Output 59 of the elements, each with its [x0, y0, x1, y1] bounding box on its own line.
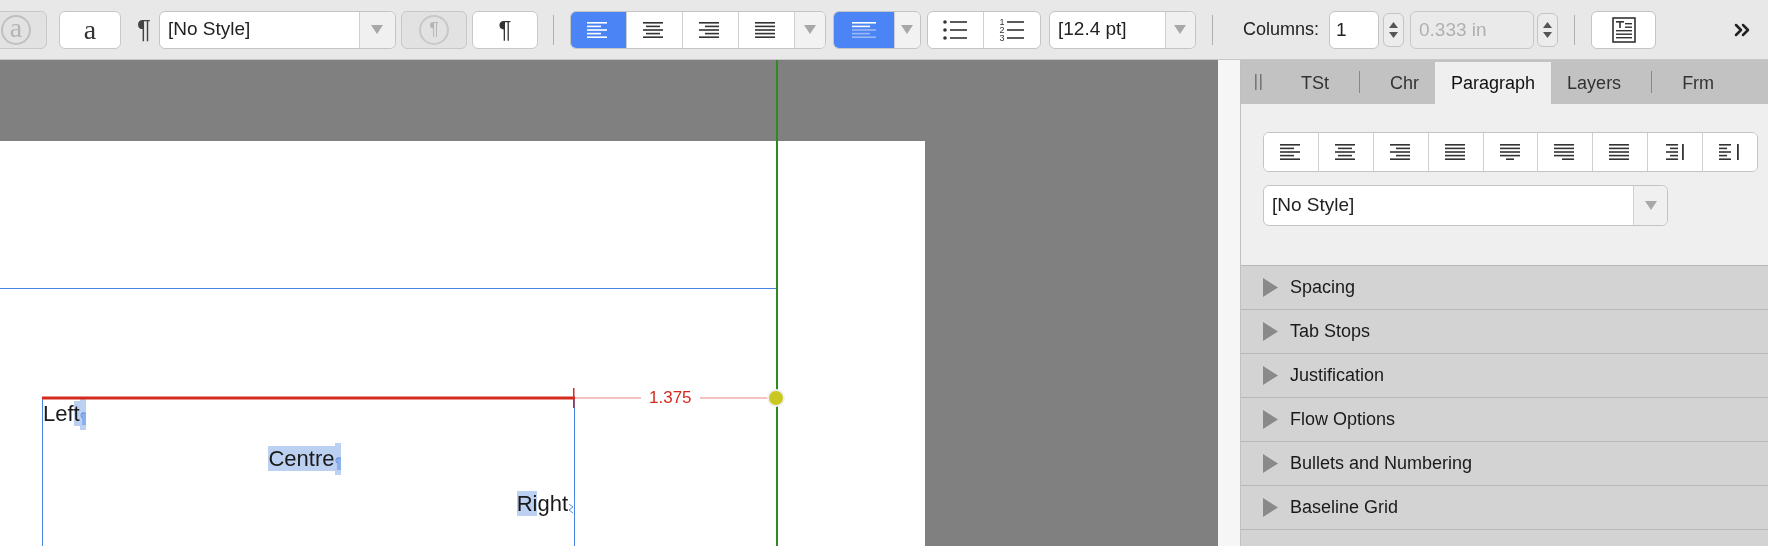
align-toward-spine-icon: [1664, 143, 1687, 161]
align-justify-center-icon: [1499, 143, 1522, 161]
align-center-icon: [643, 20, 666, 39]
panel-tab[interactable]: Chr: [1374, 62, 1436, 104]
disclosure-triangle-icon: [1263, 498, 1278, 517]
columns-label: Columns:: [1242, 18, 1319, 41]
disclosure-triangle-icon: [1263, 454, 1278, 473]
paragraph-style-button[interactable]: ¶: [471, 10, 538, 49]
text-frame-button[interactable]: [1591, 10, 1656, 49]
up-arrow-icon: [1543, 21, 1552, 28]
alignment-button[interactable]: [1264, 133, 1319, 171]
paragraph-mark: ¶: [137, 13, 151, 46]
panel-tab[interactable]: Paragraph: [1435, 62, 1552, 104]
align-justify-right-icon: [1554, 143, 1577, 161]
vertical-alignment-dropdown-button[interactable]: [893, 11, 920, 48]
character-style-button[interactable]: a: [59, 10, 121, 49]
story-end-mark-icon: [568, 502, 574, 516]
text-line: Right: [516, 490, 568, 518]
top-aligned-lines-icon: [851, 20, 876, 39]
leading-dropdown[interactable]: [12.4 pt]: [1048, 10, 1196, 49]
text-line: Left: [43, 400, 80, 428]
pilcrow-mark-icon: [79, 412, 86, 426]
align-justify-icon: [755, 20, 778, 39]
stepper[interactable]: [1383, 12, 1404, 47]
pilcrow-mark-icon: [334, 457, 341, 471]
align-justify-all-icon: [1609, 143, 1632, 161]
paragraph-style-dropdown[interactable]: [No Style]: [1263, 185, 1668, 226]
vertical-alignment-button[interactable]: [833, 11, 894, 48]
list-lines-icon: [1007, 19, 1025, 40]
align-away-spine-icon: [1719, 143, 1742, 161]
align-center-icon: [1334, 143, 1357, 161]
stepper[interactable]: [1537, 12, 1558, 47]
bulleted-list-icon: [943, 19, 968, 40]
panel-tab[interactable]: TSt: [1285, 62, 1345, 104]
align-left-icon: [587, 20, 610, 39]
up-arrow-icon: [1389, 21, 1398, 28]
dropdown-arrow-icon: [803, 25, 816, 34]
text-frame-icon: [1611, 16, 1636, 43]
dropdown-arrow-icon: [371, 25, 384, 34]
align-left-icon: [1279, 143, 1302, 161]
align-justify-icon: [1444, 143, 1467, 161]
disclosure-triangle-icon: [1263, 322, 1278, 341]
align-right-icon: [699, 20, 722, 39]
dropdown-arrow-icon: [901, 25, 914, 34]
down-arrow-icon: [1389, 31, 1398, 38]
panel-tab[interactable]: Layers: [1551, 62, 1638, 104]
disclosure-triangle-icon: [1263, 278, 1278, 297]
dropdown-arrow-icon: [1644, 201, 1657, 210]
dropdown-arrow-icon: [1174, 25, 1187, 34]
down-arrow-icon: [1543, 31, 1552, 38]
grip-icon[interactable]: [1255, 74, 1263, 90]
disclosure-triangle-icon: [1263, 366, 1278, 385]
panel-tab[interactable]: Frm: [1666, 62, 1731, 104]
disclosure-triangle-icon: [1263, 410, 1278, 429]
list-numerals: 1 2 3: [999, 17, 1005, 42]
numbered-list-button[interactable]: 1 2 3: [983, 11, 1040, 48]
align-right-icon: [1389, 143, 1412, 161]
columns-field[interactable]: 1: [1329, 10, 1379, 49]
style-dropdown[interactable]: [No Style]: [158, 10, 396, 49]
